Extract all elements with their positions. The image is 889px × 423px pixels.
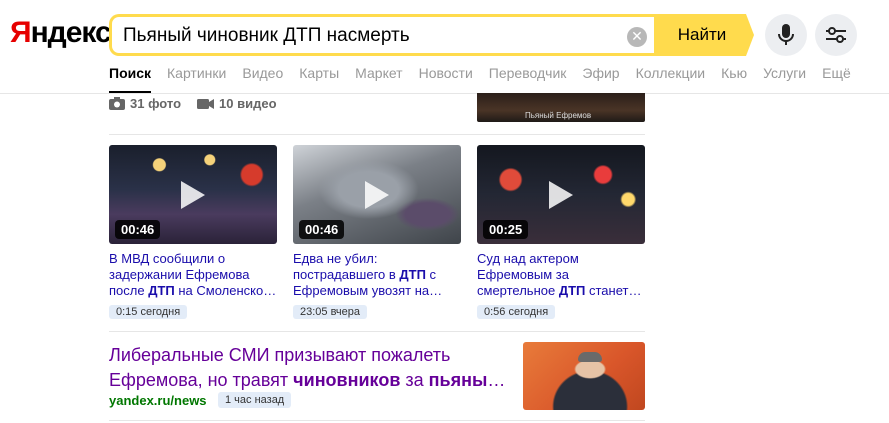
section-divider [109, 420, 645, 421]
video-title-link[interactable]: Суд над актером Ефремовым за смертельное… [477, 251, 645, 299]
video-title-link[interactable]: В МВД сообщили о задержании Ефремова пос… [109, 251, 277, 299]
sliders-icon [826, 27, 846, 43]
news-source-link[interactable]: yandex.ru/news [109, 393, 207, 408]
search-box: ✕ [109, 14, 654, 56]
microphone-icon [778, 24, 794, 45]
tab-collections[interactable]: Коллекции [636, 65, 706, 91]
video-thumbnail[interactable]: 00:25 [477, 145, 645, 244]
search-input[interactable] [123, 24, 603, 48]
video-count: 10 видео [219, 96, 277, 111]
tab-images[interactable]: Картинки [167, 65, 226, 91]
tab-news[interactable]: Новости [419, 65, 473, 91]
video-title-link[interactable]: Едва не убил: пострадавшего в ДТП с Ефре… [293, 251, 461, 299]
thumbnail-detail [578, 352, 602, 362]
video-card: 00:46 В МВД сообщили о задержании Ефремо… [109, 145, 277, 320]
tab-q[interactable]: Кью [721, 65, 747, 91]
tab-translate[interactable]: Переводчик [489, 65, 567, 91]
tab-more[interactable]: Ещё [822, 65, 851, 91]
media-counts: 31 фото 10 видео [109, 96, 293, 111]
video-duration: 00:46 [299, 220, 345, 239]
tab-market[interactable]: Маркет [355, 65, 402, 91]
filters-button[interactable] [815, 14, 857, 56]
tab-efir[interactable]: Эфир [582, 65, 619, 91]
section-divider [109, 134, 645, 135]
search-form: ✕ Найти [109, 14, 754, 56]
find-button[interactable]: Найти [654, 14, 754, 56]
video-count-link[interactable]: 10 видео [197, 96, 277, 111]
video-thumbnail[interactable]: 00:46 [293, 145, 461, 244]
section-divider [109, 331, 645, 332]
photo-count: 31 фото [130, 96, 182, 111]
video-card: 00:25 Суд над актером Ефремовым за смерт… [477, 145, 645, 320]
thumbnail-watermark: Пьяный Ефремов [525, 111, 592, 120]
news-thumbnail[interactable] [523, 342, 645, 410]
video-time-badge: 23:05 вчера [293, 305, 368, 319]
news-time-badge: 1 час назад [218, 392, 292, 408]
video-camera-icon [197, 98, 215, 109]
voice-search-button[interactable] [765, 14, 807, 56]
video-time-badge: 0:56 сегодня [477, 305, 556, 319]
video-duration: 00:46 [115, 220, 161, 239]
tab-video[interactable]: Видео [242, 65, 283, 91]
play-icon [365, 181, 389, 209]
tab-search[interactable]: Поиск [109, 65, 152, 93]
tab-services[interactable]: Услуги [763, 65, 806, 91]
top-image-thumbnail[interactable]: Пьяный Ефремов [477, 93, 645, 122]
video-time-badge: 0:15 сегодня [109, 305, 188, 319]
news-title-link[interactable]: Либеральные СМИ призывают пожалеть Ефрем… [109, 343, 509, 393]
logo-first-letter: Я [10, 16, 32, 49]
video-card: 00:46 Едва не убил: пострадавшего в ДТП … [293, 145, 461, 320]
nav-divider [0, 93, 889, 94]
tab-maps[interactable]: Карты [299, 65, 339, 91]
clear-icon[interactable]: ✕ [627, 27, 647, 47]
play-icon [181, 181, 205, 209]
video-thumbnail[interactable]: 00:46 [109, 145, 277, 244]
photo-count-link[interactable]: 31 фото [109, 96, 181, 111]
camera-icon [109, 97, 125, 110]
yandex-logo[interactable]: Яндекс [10, 16, 112, 50]
video-duration: 00:25 [483, 220, 529, 239]
logo-rest: ндекс [30, 16, 112, 49]
play-icon [549, 181, 573, 209]
search-tabs: Поиск Картинки Видео Карты Маркет Новост… [109, 65, 867, 93]
